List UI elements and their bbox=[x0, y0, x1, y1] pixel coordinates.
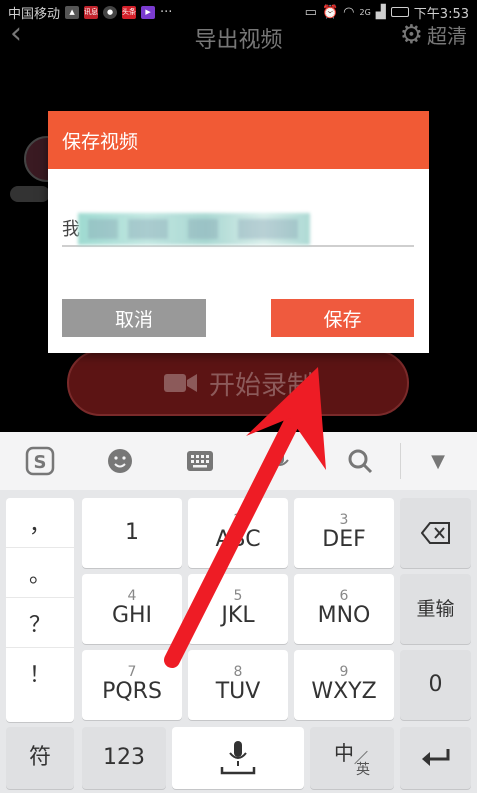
voice-toolbar-icon[interactable] bbox=[240, 432, 320, 490]
wechat-icon: ● bbox=[103, 5, 118, 19]
status-left: 中国移动 ▲ 讯息 ● 头条 ▶ ··· bbox=[8, 3, 172, 22]
network-type: 2G bbox=[359, 7, 371, 17]
backspace-key[interactable] bbox=[400, 498, 471, 568]
cast-icon: ▭ bbox=[304, 4, 317, 20]
punctuation-column: ， 。 ？ ！ bbox=[6, 498, 74, 722]
news-badge-icon: 讯息 bbox=[84, 5, 99, 19]
carrier-label: 中国移动 bbox=[8, 6, 61, 22]
dialog-title: 保存视频 bbox=[48, 111, 429, 169]
punct-comma[interactable]: ， bbox=[6, 498, 74, 548]
punct-question[interactable]: ？ bbox=[6, 598, 74, 648]
symbol-key[interactable]: 符 bbox=[6, 727, 74, 789]
sogou-logo-icon[interactable]: S bbox=[0, 432, 80, 490]
enter-key[interactable] bbox=[400, 727, 471, 789]
key-6[interactable]: 6 MNO bbox=[294, 574, 394, 644]
clock: 下午3:53 bbox=[413, 6, 469, 22]
reenter-key[interactable]: 重输 bbox=[400, 574, 471, 644]
emoji-icon[interactable] bbox=[80, 432, 160, 490]
more-notifications: ··· bbox=[160, 4, 173, 20]
key-9[interactable]: 9 WXYZ bbox=[294, 650, 394, 720]
punct-period[interactable]: 。 bbox=[6, 548, 74, 598]
video-camera-icon bbox=[163, 371, 199, 395]
punct-exclaim[interactable]: ！ bbox=[6, 648, 74, 698]
save-video-dialog: 保存视频 取消 保存 bbox=[48, 111, 429, 353]
key-7[interactable]: 7 PQRS bbox=[82, 650, 182, 720]
svg-text:S: S bbox=[34, 452, 47, 473]
key-3[interactable]: 3 DEF bbox=[294, 498, 394, 568]
blurred-filename bbox=[78, 213, 310, 245]
toutiao-badge-icon: 头条 bbox=[122, 5, 137, 19]
backspace-icon bbox=[420, 522, 450, 544]
lang-chinese: 中 bbox=[334, 741, 354, 765]
signal-bars-icon: ▟ bbox=[375, 4, 386, 20]
key-4[interactable]: 4 GHI bbox=[82, 574, 182, 644]
key-2[interactable]: 2 ABC bbox=[188, 498, 288, 568]
keyboard-layout-icon[interactable] bbox=[160, 432, 240, 490]
lang-english: 英 bbox=[356, 762, 370, 778]
key-8[interactable]: 8 TUV bbox=[188, 650, 288, 720]
key-5[interactable]: 5 JKL bbox=[188, 574, 288, 644]
video-app-icon: ▶ bbox=[141, 5, 156, 19]
battery-icon bbox=[390, 7, 409, 17]
enter-icon bbox=[421, 749, 449, 766]
signal-icon: ▲ bbox=[65, 5, 80, 19]
key-1[interactable]: 1 bbox=[82, 498, 182, 568]
keyboard-toolbar: S ▼ bbox=[0, 432, 477, 490]
filename-field-wrap bbox=[62, 211, 414, 251]
wifi-icon: ◠ bbox=[343, 4, 355, 20]
quality-label: 超清 bbox=[427, 24, 467, 48]
ime-keyboard: S ▼ ， 。 ？ ！ 1 2 ABC 3 DEF 4 GHI 5 JKL 6 … bbox=[0, 432, 477, 793]
cancel-button[interactable]: 取消 bbox=[62, 299, 206, 337]
save-button[interactable]: 保存 bbox=[271, 299, 414, 337]
start-recording-button[interactable]: 开始录制 bbox=[67, 350, 409, 416]
microphone-icon bbox=[220, 741, 256, 775]
status-bar: 中国移动 ▲ 讯息 ● 头条 ▶ ··· ▭ ⏰ ◠ 2G ▟ 下午3:53 bbox=[0, 0, 477, 24]
status-right: ▭ ⏰ ◠ 2G ▟ 下午3:53 bbox=[305, 3, 469, 22]
avatar-tag bbox=[10, 186, 50, 202]
gear-icon: ⚙ bbox=[399, 19, 423, 50]
language-switch-key[interactable]: 中 英 bbox=[310, 727, 394, 789]
space-voice-key[interactable] bbox=[172, 727, 304, 789]
start-recording-label: 开始录制 bbox=[208, 370, 313, 401]
numeric-key[interactable]: 123 bbox=[82, 727, 166, 789]
collapse-keyboard-icon[interactable]: ▼ bbox=[401, 432, 475, 490]
key-0[interactable]: 0 bbox=[400, 650, 471, 720]
search-icon[interactable] bbox=[320, 432, 400, 490]
alarm-icon: ⏰ bbox=[321, 4, 339, 20]
quality-settings[interactable]: ⚙ 超清 bbox=[400, 20, 467, 49]
